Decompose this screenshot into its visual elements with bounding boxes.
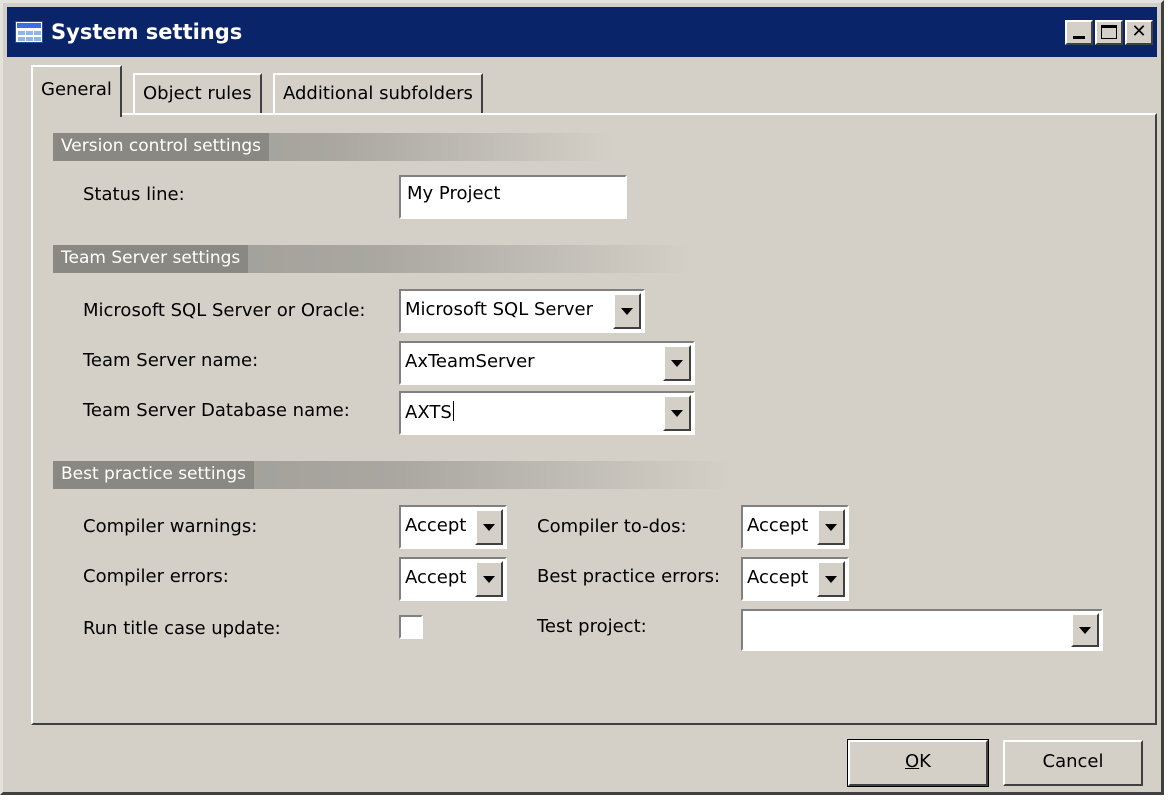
maximize-icon — [1101, 25, 1117, 39]
close-button[interactable]: ✕ — [1125, 20, 1153, 45]
ok-mnemonic: O — [905, 751, 920, 772]
tab-object-rules[interactable]: Object rules — [133, 73, 262, 113]
chevron-down-icon[interactable] — [1071, 613, 1099, 647]
chevron-down-icon[interactable] — [817, 561, 845, 597]
tab-general[interactable]: General — [31, 65, 122, 117]
version-control-group-header: Version control settings — [53, 133, 613, 161]
tab-object-rules-label: Object rules — [143, 83, 252, 104]
compiler-warnings-select[interactable]: Accept — [399, 505, 507, 549]
compiler-todos-select[interactable]: Accept — [741, 505, 849, 549]
status-line-input[interactable]: My Project — [399, 175, 627, 219]
status-line-value: My Project — [407, 183, 501, 204]
chevron-down-icon[interactable] — [663, 395, 691, 431]
cancel-button[interactable]: Cancel — [1003, 740, 1143, 786]
title-bar[interactable]: System settings ✕ — [7, 7, 1157, 57]
db-type-select[interactable]: Microsoft SQL Server — [399, 289, 645, 333]
compiler-todos-value: Accept — [747, 515, 809, 536]
title-case-checkbox[interactable] — [399, 615, 423, 639]
team-server-db-name-combo[interactable]: AXTS — [399, 391, 695, 435]
system-settings-window: System settings ✕ General Object rules A… — [0, 0, 1164, 795]
db-type-label: Microsoft SQL Server or Oracle: — [83, 300, 366, 321]
test-project-combo[interactable] — [741, 609, 1103, 651]
maximize-button[interactable] — [1095, 20, 1123, 45]
team-server-group-header: Team Server settings — [53, 245, 693, 273]
tab-additional-subfolders-label: Additional subfolders — [283, 83, 473, 104]
best-practice-errors-value: Accept — [747, 567, 809, 588]
compiler-errors-value: Accept — [405, 567, 467, 588]
chevron-down-icon[interactable] — [475, 561, 503, 597]
chevron-down-icon[interactable] — [613, 293, 641, 329]
test-project-label: Test project: — [537, 616, 647, 637]
best-practice-header-label: Best practice settings — [53, 461, 254, 489]
close-icon: ✕ — [1131, 21, 1147, 42]
compiler-warnings-label: Compiler warnings: — [83, 516, 258, 537]
tab-additional-subfolders[interactable]: Additional subfolders — [273, 73, 483, 113]
ok-button[interactable]: OK — [847, 739, 989, 787]
team-server-name-value: AxTeamServer — [405, 351, 535, 372]
chevron-down-icon[interactable] — [475, 509, 503, 545]
team-server-db-name-label: Team Server Database name: — [83, 400, 350, 421]
team-server-name-label: Team Server name: — [83, 350, 259, 371]
window-title: System settings — [51, 20, 243, 44]
best-practice-errors-select[interactable]: Accept — [741, 557, 849, 601]
team-server-name-combo[interactable]: AxTeamServer — [399, 341, 695, 385]
general-tab-panel: Version control settings Status line: My… — [31, 113, 1157, 725]
best-practice-group-header: Best practice settings — [53, 461, 733, 489]
text-cursor — [452, 401, 454, 421]
chevron-down-icon[interactable] — [817, 509, 845, 545]
cancel-label: Cancel — [1042, 751, 1104, 772]
version-control-header-label: Version control settings — [53, 133, 270, 161]
best-practice-errors-label: Best practice errors: — [537, 566, 721, 587]
team-server-header-label: Team Server settings — [53, 245, 249, 273]
status-line-label: Status line: — [83, 184, 185, 205]
minimize-button[interactable] — [1065, 20, 1093, 45]
tab-general-label: General — [41, 79, 112, 100]
db-type-value: Microsoft SQL Server — [405, 299, 594, 320]
compiler-todos-label: Compiler to-dos: — [537, 516, 687, 537]
title-case-label: Run title case update: — [83, 618, 281, 639]
window-form-icon — [15, 21, 43, 43]
compiler-errors-select[interactable]: Accept — [399, 557, 507, 601]
minimize-icon — [1073, 36, 1085, 39]
chevron-down-icon[interactable] — [663, 345, 691, 381]
team-server-db-name-value: AXTS — [405, 402, 452, 423]
compiler-warnings-value: Accept — [405, 515, 467, 536]
ok-label: K — [919, 751, 931, 772]
compiler-errors-label: Compiler errors: — [83, 566, 229, 587]
